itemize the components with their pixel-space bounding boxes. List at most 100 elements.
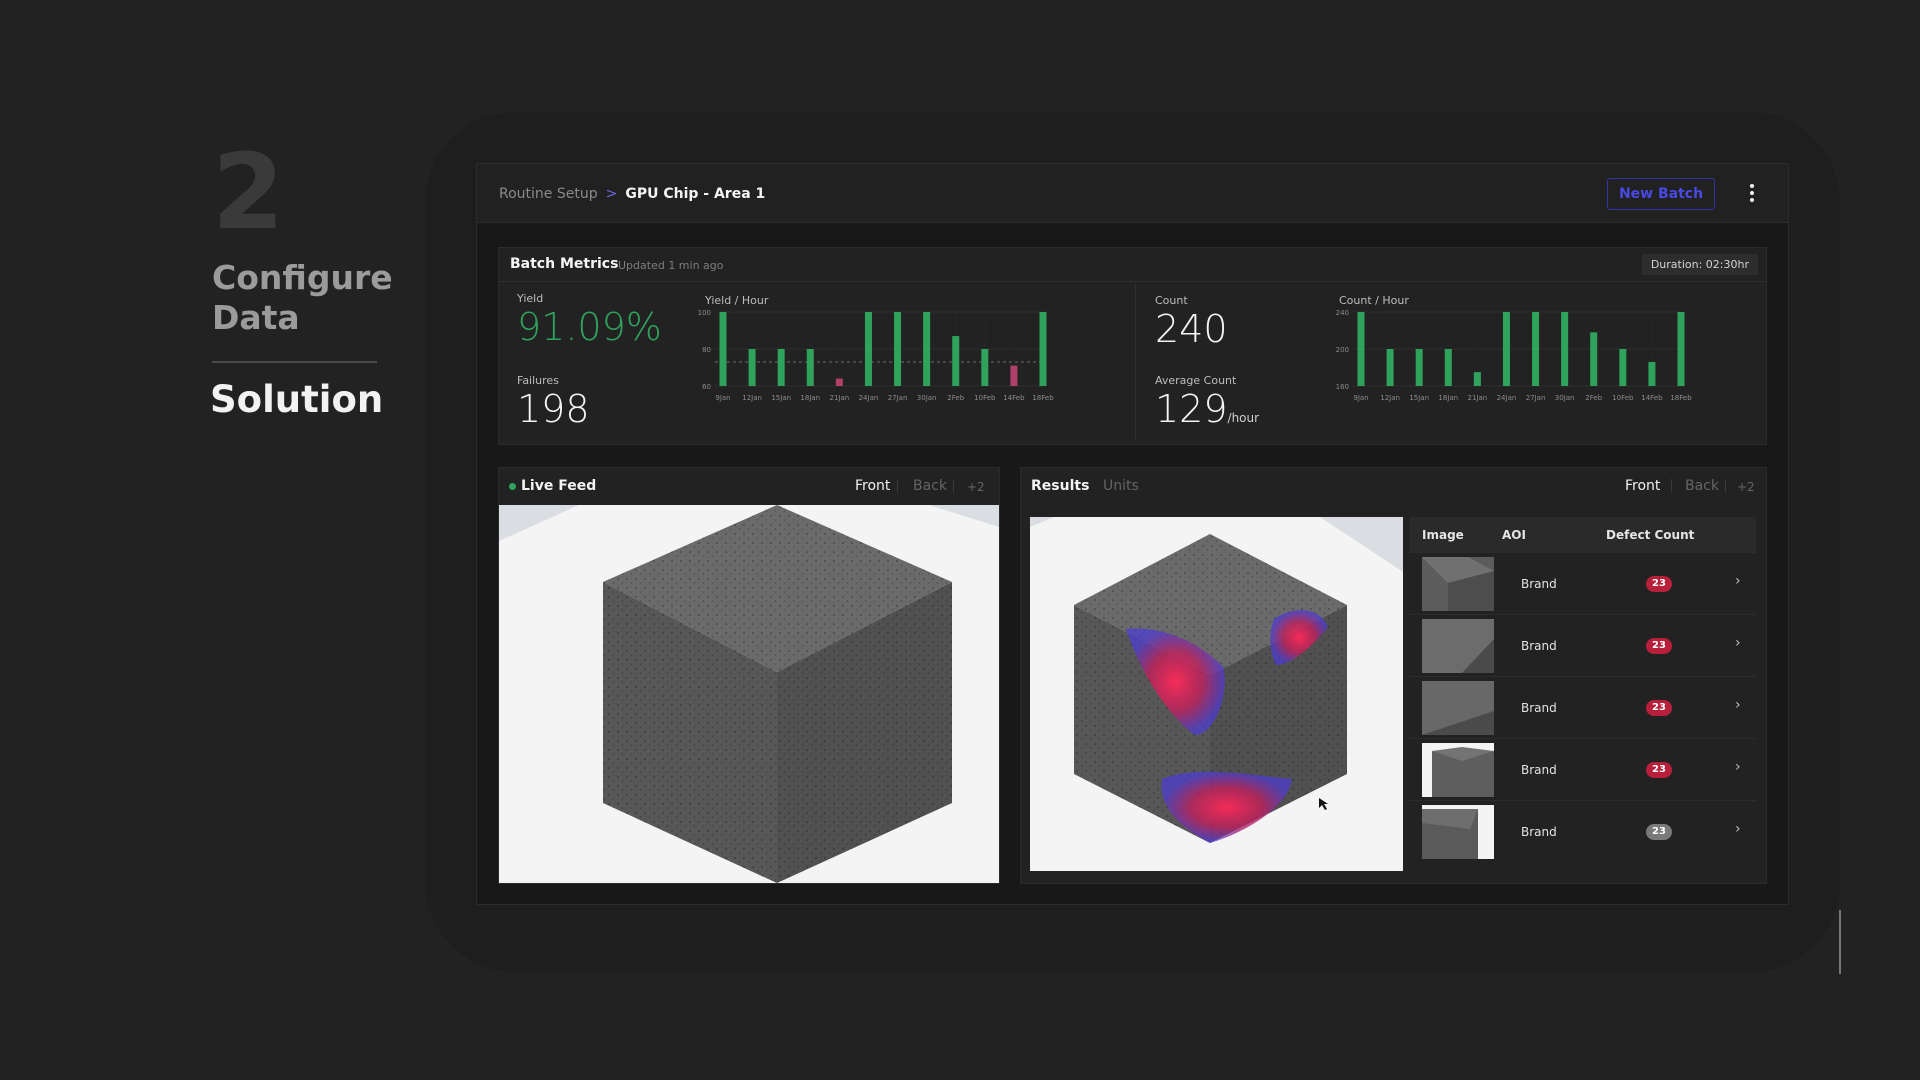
count-value: 240 <box>1155 307 1228 351</box>
live-tab-front[interactable]: Front <box>855 478 890 494</box>
step-divider <box>212 361 377 363</box>
more-options-icon[interactable] <box>1745 180 1759 206</box>
live-status-dot-icon <box>509 483 516 490</box>
table-row[interactable]: Brand 23 › <box>1410 552 1756 615</box>
defect-count-badge: 23 <box>1646 576 1672 592</box>
row-thumbnail <box>1422 619 1494 673</box>
average-count-unit: /hour <box>1227 411 1260 425</box>
updated-timestamp: Updated 1 min ago <box>618 259 724 272</box>
bar <box>835 378 843 386</box>
table-row[interactable]: Brand 23 › <box>1410 800 1756 863</box>
row-thumbnail <box>1422 681 1494 735</box>
row-chevron-icon[interactable]: › <box>1735 821 1741 837</box>
tab-units[interactable]: Units <box>1103 478 1139 494</box>
x-tick-label: 9Jan <box>715 394 730 402</box>
y-tick-label: 60 <box>702 383 711 391</box>
average-count-number: 129 <box>1155 387 1228 431</box>
row-aoi: Brand <box>1521 577 1557 591</box>
row-chevron-icon[interactable]: › <box>1735 573 1741 589</box>
x-tick-label: 18Feb <box>1670 394 1692 402</box>
new-batch-button[interactable]: New Batch <box>1607 178 1715 210</box>
y-tick-label: 200 <box>1336 346 1349 354</box>
x-tick-label: 2Feb <box>1585 394 1602 402</box>
defect-count-badge: 23 <box>1646 700 1672 716</box>
row-chevron-icon[interactable]: › <box>1735 759 1741 775</box>
table-row[interactable]: Brand 23 › <box>1410 738 1756 801</box>
column-defect-count: Defect Count <box>1606 528 1695 542</box>
count-hour-chart-title: Count / Hour <box>1339 294 1409 307</box>
breadcrumb-chevron-icon: > <box>605 186 618 202</box>
defect-count-badge: 23 <box>1646 824 1672 840</box>
bar <box>1532 312 1540 386</box>
step-number: 2 <box>212 131 285 253</box>
x-tick-label: 18Feb <box>1032 394 1054 402</box>
failures-value: 198 <box>517 387 590 431</box>
failures-label: Failures <box>517 374 559 387</box>
y-tick-label: 160 <box>1336 383 1349 391</box>
results-tab-front[interactable]: Front <box>1625 478 1660 494</box>
table-row[interactable]: Brand 23 › <box>1410 614 1756 677</box>
tab-separator <box>953 479 954 493</box>
results-tab-more[interactable]: +2 <box>1737 480 1755 494</box>
step-title: Configure Data <box>212 258 393 338</box>
bar <box>1386 349 1394 386</box>
bar <box>1357 312 1365 386</box>
x-tick-label: 14Feb <box>1003 394 1025 402</box>
row-aoi: Brand <box>1521 701 1557 715</box>
live-feed-title: Live Feed <box>521 478 597 494</box>
step-title-line1: Configure <box>212 258 393 297</box>
column-aoi: AOI <box>1502 528 1526 542</box>
yield-hour-chart: 100 80 60 9Jan 12Jan 15Jan 18Jan 21Jan 24Jan 27Ja… <box>698 309 1055 402</box>
y-tick-label: 240 <box>1336 309 1349 317</box>
x-tick-label: 18Jan <box>1438 394 1458 402</box>
results-tab-back[interactable]: Back <box>1685 478 1719 494</box>
x-tick-label: 21Jan <box>1468 394 1488 402</box>
x-tick-label: 10Feb <box>1612 394 1634 402</box>
x-tick-label: 9Jan <box>1353 394 1368 402</box>
x-tick-label: 27Jan <box>1526 394 1546 402</box>
step-title-line2: Data <box>212 298 300 337</box>
table-row[interactable]: Brand 23 › <box>1410 676 1756 739</box>
breadcrumb-parent[interactable]: Routine Setup <box>499 186 598 202</box>
breadcrumb-current: GPU Chip - Area 1 <box>625 186 766 202</box>
row-chevron-icon[interactable]: › <box>1735 697 1741 713</box>
x-tick-label: 24Jan <box>1497 394 1517 402</box>
row-aoi: Brand <box>1521 639 1557 653</box>
breadcrumb: Routine Setup > GPU Chip - Area 1 <box>499 186 765 202</box>
column-image: Image <box>1422 528 1464 542</box>
average-count-value: 129/hour <box>1155 390 1259 428</box>
duration-badge: Duration: 02:30hr <box>1641 254 1758 275</box>
bar <box>981 349 989 386</box>
metrics-divider <box>1135 284 1136 440</box>
y-tick-label: 80 <box>702 346 711 354</box>
bar <box>1502 312 1510 386</box>
defect-count-badge: 23 <box>1646 638 1672 654</box>
tab-separator <box>1671 479 1672 493</box>
bar <box>748 349 756 386</box>
bar <box>1590 332 1598 386</box>
bar <box>806 349 814 386</box>
x-tick-label: 24Jan <box>859 394 879 402</box>
live-tab-back[interactable]: Back <box>913 478 947 494</box>
batch-metrics-title: Batch Metrics <box>510 256 619 272</box>
top-bar: Routine Setup > GPU Chip - Area 1 New Ba… <box>477 164 1788 223</box>
x-tick-label: 30Jan <box>1555 394 1575 402</box>
x-tick-label: 27Jan <box>888 394 908 402</box>
bar <box>1039 312 1047 386</box>
step-subtitle: Solution <box>210 378 384 421</box>
average-count-label: Average Count <box>1155 374 1237 387</box>
live-tab-more[interactable]: +2 <box>967 480 985 494</box>
x-tick-label: 15Jan <box>771 394 791 402</box>
x-tick-label: 15Jan <box>1409 394 1429 402</box>
tab-separator <box>897 479 898 493</box>
bar <box>1473 372 1481 386</box>
row-thumbnail <box>1422 805 1494 859</box>
bar <box>1010 365 1018 386</box>
bar <box>1415 349 1423 386</box>
tab-separator <box>1725 479 1726 493</box>
live-feed-header: Live Feed Front Back +2 <box>499 468 999 504</box>
tab-results[interactable]: Results <box>1031 478 1089 494</box>
x-tick-label: 12Jan <box>742 394 762 402</box>
row-chevron-icon[interactable]: › <box>1735 635 1741 651</box>
bar <box>1619 349 1627 386</box>
